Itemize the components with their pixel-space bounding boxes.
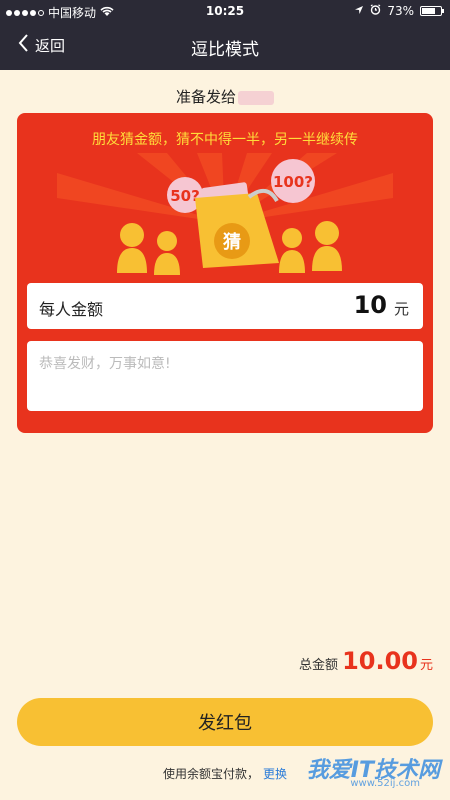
total-amount: 总金额 10.00 元 <box>299 647 433 675</box>
amount-unit: 元 <box>393 300 409 318</box>
bag-char: 猜 <box>222 232 241 253</box>
message-input[interactable] <box>27 341 423 411</box>
status-bar: 中国移动 10:25 73% <box>0 0 450 22</box>
bubble-right-text: 100? <box>273 173 313 191</box>
change-payment-link[interactable]: 更换 <box>263 767 287 781</box>
recipient-line: 准备发给 <box>0 86 450 107</box>
guess-illustration: 50? 100? 猜 <box>57 153 393 275</box>
total-label: 总金额 <box>299 658 339 673</box>
send-red-packet-button[interactable]: 发红包 <box>17 698 433 746</box>
alarm-icon <box>370 4 381 18</box>
red-packet-card: 朋友猜金额，猜不中得一半，另一半继续传 50? 100? 猜 每人金额 10 元 <box>17 113 433 433</box>
battery-icon <box>420 6 444 16</box>
payment-text: 使用余额宝付款， <box>162 767 259 781</box>
battery-percent: 73% <box>387 4 414 18</box>
location-icon <box>354 4 364 18</box>
watermark-url: www.52ij.com <box>350 778 420 789</box>
recipient-name-blurred <box>238 90 274 105</box>
amount-input[interactable]: 10 <box>354 291 387 319</box>
recipient-prefix: 准备发给 <box>175 88 236 106</box>
page-title: 逗比模式 <box>191 40 259 60</box>
nav-bar: 返回 逗比模式 <box>0 22 450 70</box>
bubble-left-text: 50? <box>170 187 200 205</box>
battery-fill <box>422 8 436 14</box>
amount-row[interactable]: 每人金额 10 元 <box>27 283 423 329</box>
amount-label: 每人金额 <box>39 300 104 319</box>
card-tip: 朋友猜金额，猜不中得一半，另一半继续传 <box>92 132 358 148</box>
status-right: 73% <box>354 4 444 18</box>
total-value: 10.00 <box>342 647 418 675</box>
total-unit: 元 <box>419 658 433 673</box>
